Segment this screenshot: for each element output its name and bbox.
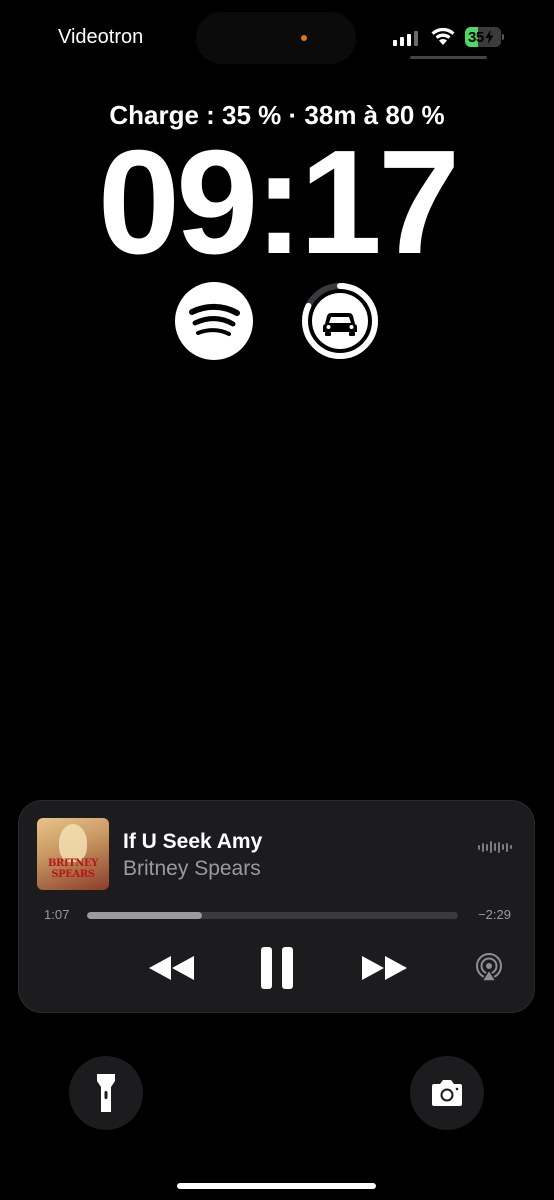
carrier-label: Videotron bbox=[58, 26, 144, 48]
album-art-text: BRITNEY SPEARS bbox=[48, 858, 98, 880]
elapsed-time: 1:07 bbox=[44, 907, 70, 922]
camera-icon bbox=[432, 1080, 462, 1106]
home-indicator[interactable] bbox=[177, 1183, 376, 1189]
now-playing-card[interactable]: BRITNEY SPEARS If U Seek Amy Britney Spe… bbox=[18, 800, 535, 1013]
spotify-widget[interactable] bbox=[175, 282, 253, 360]
battery-nub bbox=[502, 34, 504, 40]
airplay-button[interactable] bbox=[473, 952, 505, 984]
spotify-icon bbox=[189, 303, 240, 336]
battery-charging-icon: 35 bbox=[465, 27, 501, 47]
song-title: If U Seek Amy bbox=[123, 830, 263, 853]
cellular-signal-icon bbox=[393, 30, 418, 46]
fast-forward-button[interactable] bbox=[356, 950, 412, 986]
playback-progress bbox=[87, 912, 202, 919]
remaining-time: −2:29 bbox=[478, 907, 511, 922]
wifi-icon bbox=[430, 26, 456, 51]
artist-name: Britney Spears bbox=[123, 857, 261, 880]
fast-forward-icon bbox=[362, 956, 407, 980]
audio-waveform-icon bbox=[478, 840, 512, 854]
privacy-indicator-dot bbox=[301, 35, 307, 41]
battery-percent: 35 bbox=[468, 28, 484, 46]
dynamic-island bbox=[196, 12, 356, 64]
rewind-icon bbox=[149, 956, 194, 980]
pause-button[interactable] bbox=[255, 944, 299, 992]
control-center-grabber[interactable] bbox=[410, 56, 487, 59]
flashlight-button[interactable] bbox=[69, 1056, 143, 1130]
car-widget[interactable] bbox=[301, 282, 379, 360]
camera-button[interactable] bbox=[410, 1056, 484, 1130]
album-art[interactable]: BRITNEY SPEARS bbox=[37, 818, 109, 890]
lock-screen: Videotron 35 Charge : 35 % · 38m à 80 % … bbox=[0, 0, 554, 1200]
rewind-button[interactable] bbox=[144, 950, 200, 986]
pause-icon bbox=[261, 947, 293, 989]
lockscreen-clock[interactable]: 09:17 bbox=[0, 128, 554, 278]
flashlight-icon bbox=[97, 1074, 115, 1112]
airplay-icon bbox=[476, 953, 502, 982]
playback-scrubber[interactable] bbox=[87, 912, 458, 919]
